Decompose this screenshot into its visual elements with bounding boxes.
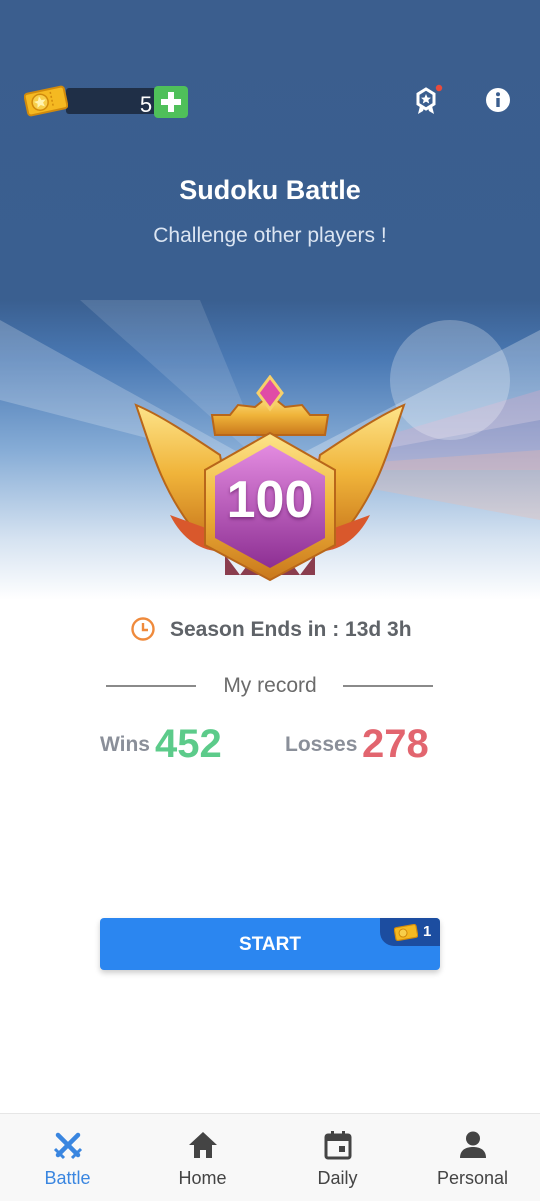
crossed-swords-icon (53, 1132, 83, 1160)
bottom-nav: Battle Home Daily Personal (0, 1113, 540, 1201)
nav-label-daily: Daily (317, 1168, 358, 1188)
record-divider-left (106, 685, 196, 687)
nav-item-battle[interactable]: Battle (0, 1114, 135, 1201)
home-icon (189, 1132, 217, 1158)
page-subtitle: Challenge other players ! (153, 224, 387, 247)
wins-label: Wins (100, 733, 150, 756)
person-icon (460, 1131, 486, 1158)
losses-value: 278 (362, 722, 429, 766)
ticket-count: 5 (139, 92, 153, 117)
start-button[interactable]: START 1 (100, 918, 440, 970)
ticket-icon (394, 924, 418, 941)
header-panel: 5 Sudoku Battle Challenge other players … (0, 0, 540, 600)
nav-label-personal: Personal (436, 1168, 509, 1188)
page-title: Sudoku Battle (179, 175, 361, 205)
ticket-cost: 1 (423, 923, 432, 940)
rank-badge-icon (416, 84, 443, 114)
ticket-star-icon (24, 85, 68, 117)
nav-item-home[interactable]: Home (135, 1114, 270, 1201)
plus-icon (161, 92, 181, 112)
wins-value: 452 (155, 722, 222, 766)
nav-item-daily[interactable]: Daily (270, 1114, 405, 1201)
calendar-icon (324, 1131, 352, 1160)
nav-label-home: Home (178, 1168, 227, 1188)
rank-badge-button[interactable] (410, 84, 444, 118)
add-tickets-button[interactable] (154, 86, 188, 118)
record-divider-right (343, 685, 433, 687)
season-ends-text: Season Ends in : 13d 3h (170, 618, 412, 641)
season-timer: Season Ends in : 13d 3h (130, 614, 430, 646)
record-label: My record (223, 674, 317, 697)
clock-icon (131, 617, 155, 641)
info-icon (486, 88, 510, 112)
rank-level: 100 (226, 471, 314, 529)
losses-label: Losses (285, 733, 358, 756)
info-button[interactable] (482, 84, 514, 116)
ticket-cost-badge: 1 (380, 918, 440, 946)
nav-label-battle: Battle (44, 1168, 91, 1188)
nav-item-personal[interactable]: Personal (405, 1114, 540, 1201)
